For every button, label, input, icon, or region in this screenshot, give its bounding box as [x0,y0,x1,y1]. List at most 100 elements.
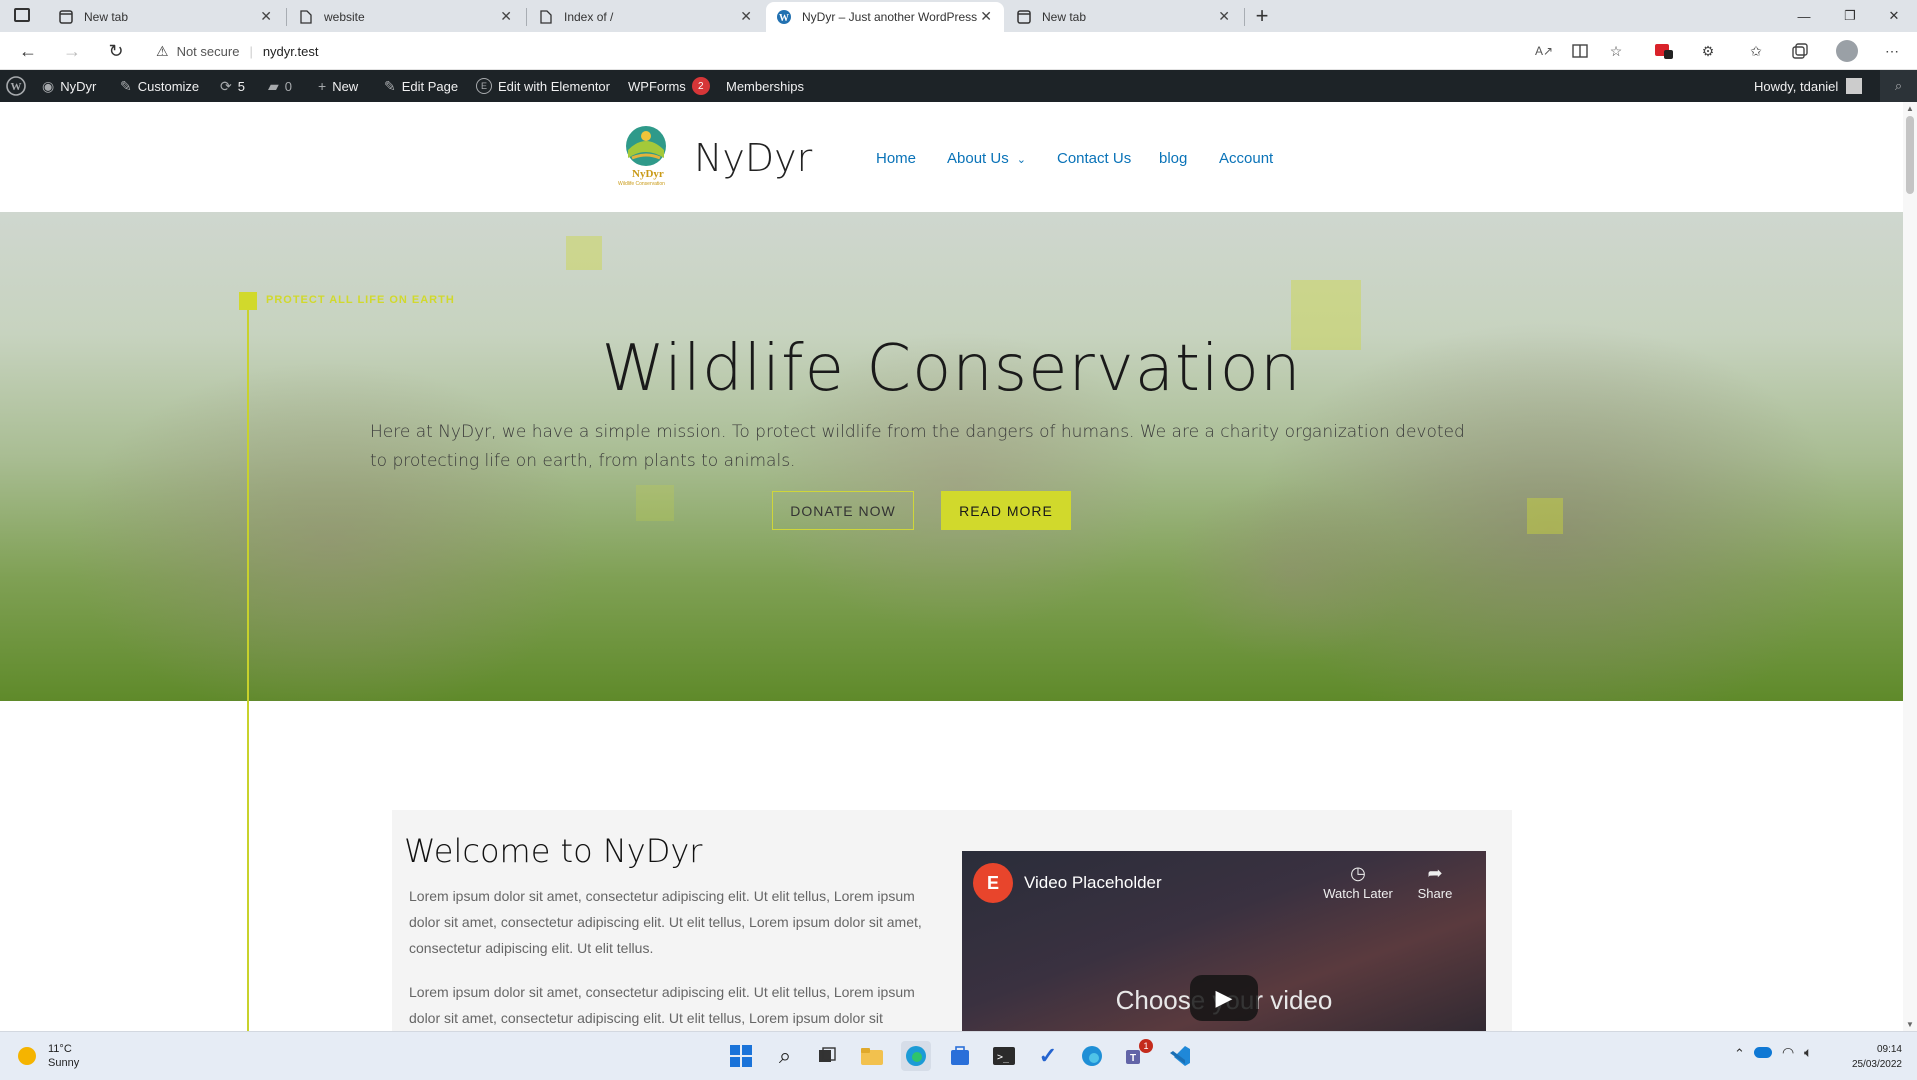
share-button[interactable]: ➦ Share [1410,863,1460,901]
menu-home[interactable]: Home [876,150,916,167]
close-icon[interactable]: ✕ [1218,8,1230,25]
todo-icon[interactable]: ✓ [1033,1041,1063,1071]
back-button[interactable]: ← [14,37,42,65]
immersive-reader-icon[interactable] [1570,41,1590,61]
close-icon[interactable]: ✕ [260,8,272,25]
elementor-icon: E [476,78,492,94]
tab-nydyr-active[interactable]: W NyDyr – Just another WordPress ✕ [766,2,1004,32]
admin-wpforms[interactable]: WPForms 2 [628,70,710,102]
file-explorer-icon[interactable] [857,1041,887,1071]
security-label[interactable]: Not secure [177,44,240,59]
admin-customize[interactable]: ✎ Customize [120,70,199,102]
menu-blog[interactable]: blog [1159,150,1187,167]
tab-website[interactable]: website ✕ [288,2,524,32]
read-aloud-icon[interactable]: A↗ [1534,41,1554,61]
teams-icon[interactable]: T 1 [1121,1039,1153,1071]
menu-about-us[interactable]: About Us ⌄ [947,150,1026,167]
wifi-icon[interactable]: ◠ [1782,1044,1794,1061]
volume-icon[interactable]: 🔈︎ [1804,1044,1812,1061]
warning-icon[interactable]: ⚠ [156,43,169,60]
profile-avatar-icon[interactable] [1836,40,1858,62]
admin-edit-page[interactable]: ✎ Edit Page [384,70,458,102]
admin-new[interactable]: + New [318,70,358,102]
welcome-title: Welcome to NyDyr [404,832,703,870]
svg-text:>_: >_ [997,1052,1010,1063]
vscode-icon[interactable] [1165,1041,1195,1071]
tab-index-of[interactable]: Index of / ✕ [528,2,764,32]
welcome-paragraph: Lorem ipsum dolor sit amet, consectetur … [409,888,922,956]
collections-icon[interactable] [1790,41,1810,61]
more-options-icon[interactable]: ⋯ [1882,41,1902,61]
show-hidden-icons-icon[interactable]: ⌃ [1734,1046,1745,1062]
task-view-icon[interactable] [812,1041,842,1071]
menu-contact-us[interactable]: Contact Us [1057,150,1131,167]
refresh-button[interactable]: ↻ [102,37,130,65]
logo-text: NyDyr [632,168,664,180]
scroll-down-icon[interactable]: ▼ [1906,1020,1914,1029]
tab-title: Index of / [564,10,614,24]
page-icon [298,9,314,25]
search-icon[interactable]: ⌕ [770,1041,800,1071]
svg-text:W: W [779,13,789,24]
svg-text:W: W [11,81,22,93]
page-scrollbar[interactable]: ▲ ▼ [1903,102,1917,1031]
edge-dev-icon[interactable] [1077,1041,1107,1071]
window-close-button[interactable]: ✕ [1874,4,1914,28]
start-button[interactable] [726,1041,756,1071]
extension-red-icon[interactable] [1654,41,1674,61]
decor-vertical-line [247,300,249,1031]
video-placeholder[interactable]: E Video Placeholder ◷ Watch Later ➦ Shar… [962,851,1486,1031]
tab-actions-icon[interactable] [14,8,30,22]
store-icon[interactable] [945,1041,975,1071]
terminal-icon[interactable]: >_ [989,1041,1019,1071]
decor-square [1527,498,1563,534]
wpforms-badge: 2 [691,77,710,95]
menu-account[interactable]: Account [1219,150,1273,167]
admin-site-name[interactable]: ◉ NyDyr [42,70,96,102]
updates-icon: ⟳ [220,77,232,94]
edge-browser-icon[interactable] [901,1041,931,1071]
weather-widget[interactable]: 11°C Sunny [18,1042,79,1070]
url-text[interactable]: nydyr.test [263,44,319,59]
favorites-icon[interactable]: ✩ [1746,41,1766,61]
close-icon[interactable]: ✕ [740,8,752,25]
clock-time: 09:14 [1876,1044,1902,1055]
play-button[interactable]: ▶ [1190,975,1258,1021]
close-icon[interactable]: ✕ [980,8,992,25]
admin-memberships[interactable]: Memberships [726,70,804,102]
new-tab-icon [1016,9,1032,25]
admin-comments[interactable]: ▰ 0 [268,70,292,102]
minimize-button[interactable]: — [1784,4,1824,28]
tab-title: New tab [1042,10,1087,24]
onedrive-icon[interactable] [1754,1047,1772,1058]
scroll-up-icon[interactable]: ▲ [1906,104,1914,113]
url-bar[interactable]: ⚠ Not secure | nydyr.test [146,36,1634,66]
add-favorite-icon[interactable]: ☆ [1606,41,1626,61]
welcome-paragraph: Lorem ipsum dolor sit amet, consectetur … [409,984,915,1026]
admin-howdy[interactable]: Howdy, tdaniel [1754,70,1863,102]
wp-logo-icon[interactable]: W [6,70,26,102]
weather-desc: Sunny [48,1057,80,1069]
user-avatar-icon [1846,78,1863,94]
close-icon[interactable]: ✕ [500,8,512,25]
wp-admin-bar: W ◉ NyDyr ✎ Customize ⟳ 5 ▰ 0 + New ✎ Edit Pag… [0,70,1917,102]
read-more-button[interactable]: READ MORE [941,491,1071,530]
watch-later-button[interactable]: ◷ Watch Later [1320,863,1396,901]
tab-new-tab-1[interactable]: New tab ✕ [48,2,284,32]
video-title[interactable]: Video Placeholder [1024,873,1162,893]
tab-new-tab-2[interactable]: New tab ✕ [1006,2,1242,32]
admin-updates[interactable]: ⟳ 5 [220,70,245,102]
dashboard-icon: ◉ [42,77,55,94]
new-tab-button[interactable]: + [1250,3,1274,28]
restore-button[interactable]: ❐ [1830,4,1870,28]
forward-button[interactable]: → [58,37,86,65]
admin-edit-elementor[interactable]: E Edit with Elementor [476,70,610,102]
clock-widget[interactable]: 09:14 25/03/2022 [1838,1042,1902,1072]
donate-now-button[interactable]: DONATE NOW [772,491,914,530]
site-title[interactable]: NyDyr [694,136,812,180]
extensions-icon[interactable]: ⚙ [1698,41,1718,61]
elementor-logo-icon: E [973,863,1013,903]
site-logo[interactable]: NyDyr Wildlife Conservation [614,124,678,188]
admin-search-icon[interactable]: ⌕ [1880,70,1917,102]
scrollbar-thumb[interactable] [1906,116,1914,194]
